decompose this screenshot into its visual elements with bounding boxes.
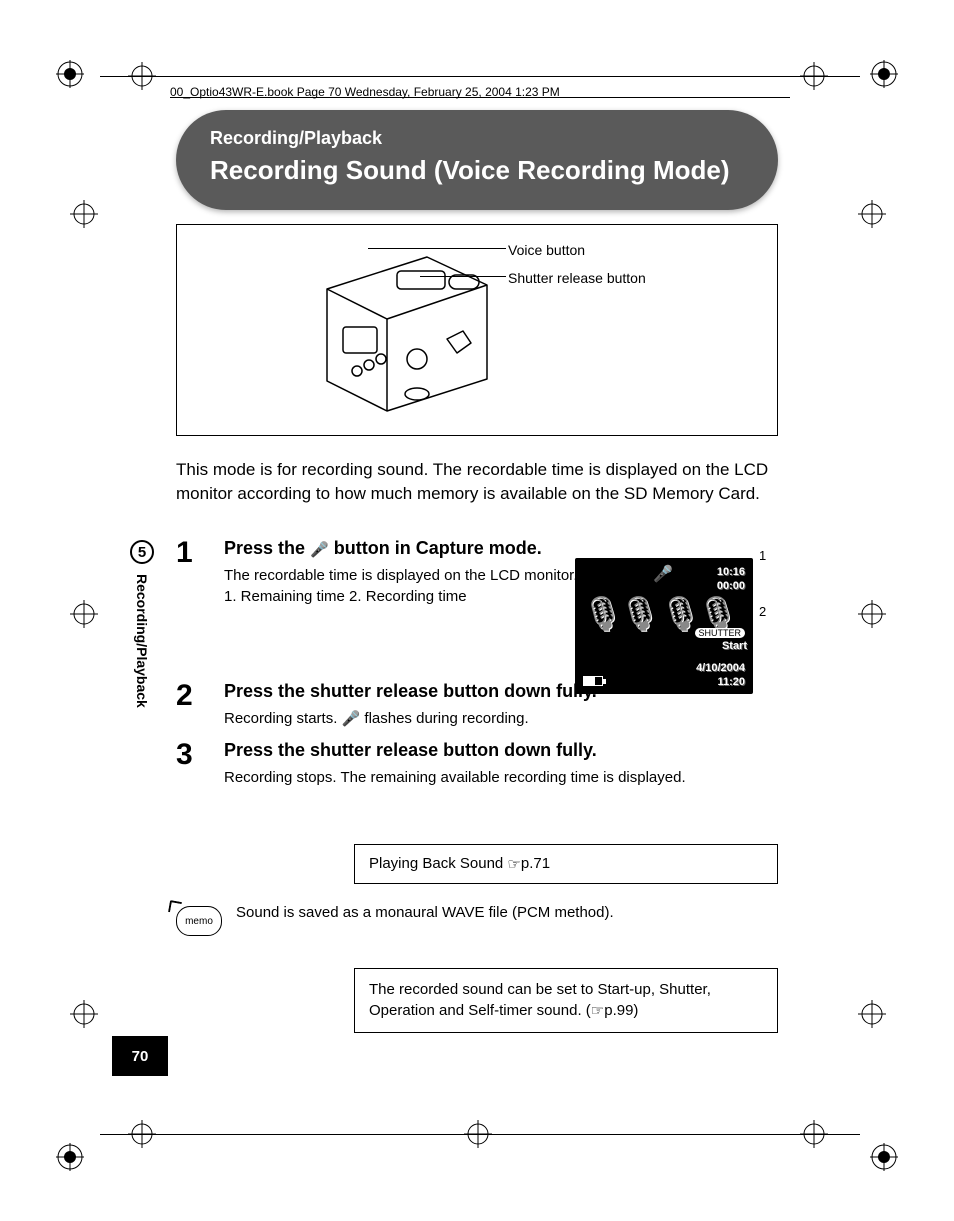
crosshair-mark: [70, 200, 98, 228]
memo-row: memo Sound is saved as a monaural WAVE f…: [176, 904, 778, 936]
camera-illustration: [307, 239, 507, 425]
section-side-label: Recording/Playback: [134, 574, 150, 708]
crosshair-mark: [70, 600, 98, 628]
leader-line: [420, 276, 506, 277]
lcd-remaining-time: 10:16: [717, 566, 745, 578]
crop-line: [100, 76, 860, 77]
microphone-icon: 🎤: [653, 564, 673, 584]
intro-paragraph: This mode is for recording sound. The re…: [176, 458, 778, 506]
note-page: p.99): [604, 1002, 638, 1019]
text: flashes during recording.: [360, 710, 528, 727]
step-number: 1: [176, 538, 224, 607]
leader-line: [368, 248, 506, 249]
step-heading: Press the 🎤 button in Capture mode.: [224, 538, 778, 559]
registration-mark: [870, 1143, 898, 1171]
registration-mark: [56, 60, 84, 88]
step-3: 3 Press the shutter release button down …: [176, 740, 778, 788]
text: button in Capture mode.: [329, 538, 542, 558]
text: Recording starts.: [224, 710, 342, 727]
camera-diagram-box: [176, 224, 778, 436]
lcd-screen-mockup: 🎤 10:16 00:00 🎙🎙 🎙🎙 SHUTTER Start 4/10/2…: [575, 558, 753, 694]
text: Press the: [224, 538, 310, 558]
step-number: 3: [176, 740, 224, 788]
note-text: The recorded sound can be set to Start-u…: [369, 981, 711, 1019]
camera-voice-button-label: Voice button: [508, 242, 585, 258]
step-body: Recording starts. 🎤 flashes during recor…: [224, 708, 778, 730]
step-heading: Press the shutter release button down fu…: [224, 740, 778, 761]
lcd-recording-time: 00:00: [717, 580, 745, 592]
battery-icon: [583, 676, 603, 686]
registration-mark: [56, 1143, 84, 1171]
registration-mark: [870, 60, 898, 88]
lcd-start-label: Start: [722, 640, 747, 652]
camera-shutter-release-label: Shutter release button: [508, 270, 646, 286]
section-number-badge: 5: [130, 540, 154, 564]
ref-text: Playing Back Sound: [369, 855, 507, 872]
crosshair-mark: [70, 1000, 98, 1028]
pointing-hand-icon: ☞: [591, 1003, 604, 1020]
section-side-tab: 5 Recording/Playback: [128, 540, 158, 770]
crosshair-mark: [858, 200, 886, 228]
title-block: Recording/Playback Recording Sound (Voic…: [176, 110, 778, 210]
crop-line: [100, 1134, 860, 1135]
ref-page: p.71: [521, 855, 550, 872]
lcd-shutter-label: SHUTTER: [695, 628, 746, 638]
note-box: The recorded sound can be set to Start-u…: [354, 968, 778, 1033]
pointing-hand-icon: ☞: [507, 856, 520, 873]
page-title: Recording Sound (Voice Recording Mode): [210, 155, 744, 186]
lcd-callout-1: 1: [759, 548, 766, 563]
lcd-clock: 11:20: [717, 676, 745, 688]
memo-icon: memo: [176, 906, 222, 936]
cross-reference-box: Playing Back Sound ☞p.71: [354, 844, 778, 884]
step-number: 2: [176, 681, 224, 730]
chapter-label: Recording/Playback: [210, 128, 744, 149]
lcd-callout-2: 2: [759, 604, 766, 619]
microphone-icon: 🎤: [310, 541, 329, 558]
crosshair-mark: [858, 1000, 886, 1028]
crosshair-mark: [858, 600, 886, 628]
step-body: Recording stops. The remaining available…: [224, 767, 778, 788]
page-number: 70: [112, 1036, 168, 1076]
header-rule: [170, 97, 790, 98]
microphone-icon: 🎤: [342, 711, 361, 728]
memo-text: Sound is saved as a monaural WAVE file (…: [236, 904, 614, 921]
lcd-date: 4/10/2004: [696, 662, 745, 674]
